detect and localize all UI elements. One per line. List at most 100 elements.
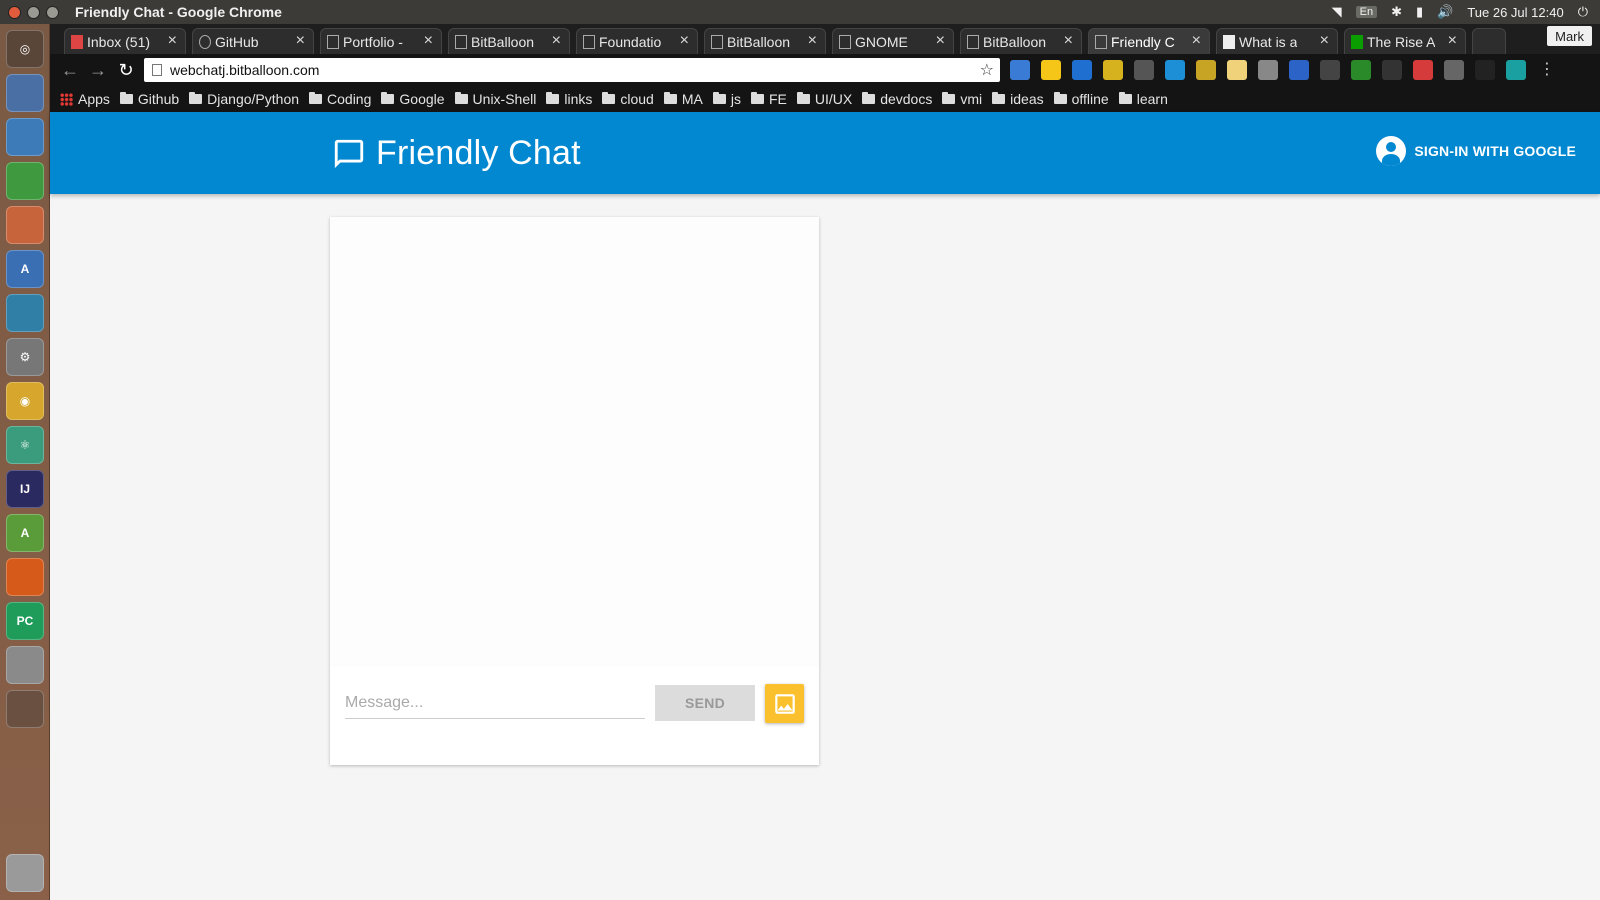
bookmark-folder[interactable]: FE: [750, 91, 787, 107]
firefox-icon[interactable]: [6, 558, 44, 596]
settings-icon[interactable]: ⚙: [6, 338, 44, 376]
back-icon[interactable]: ←: [56, 60, 84, 81]
bluetooth-icon[interactable]: ✱: [1391, 4, 1402, 20]
tab-portfolio[interactable]: Portfolio - ×: [320, 28, 442, 54]
extension-pen-icon[interactable]: [1258, 60, 1278, 80]
close-icon[interactable]: ×: [808, 32, 817, 50]
close-icon[interactable]: ×: [552, 32, 561, 50]
extension-trello-icon[interactable]: [1072, 60, 1092, 80]
battery-icon[interactable]: ▮: [1416, 4, 1423, 20]
bookmark-folder[interactable]: Coding: [309, 91, 371, 107]
tab-gnome[interactable]: GNOME ×: [832, 28, 954, 54]
language-indicator[interactable]: En: [1355, 6, 1378, 18]
close-icon[interactable]: ×: [1320, 32, 1329, 50]
tab-friendly-chat[interactable]: Friendly C ×: [1088, 28, 1210, 54]
close-icon[interactable]: ×: [1448, 32, 1457, 50]
bookmark-folder[interactable]: links: [546, 91, 592, 107]
impress-icon[interactable]: [6, 206, 44, 244]
extension-json-icon[interactable]: [1134, 60, 1154, 80]
extension-fx-icon[interactable]: [1382, 60, 1402, 80]
close-icon[interactable]: ×: [936, 32, 945, 50]
close-icon[interactable]: ×: [1192, 32, 1201, 50]
bookmark-folder[interactable]: vmi: [942, 91, 982, 107]
bookmark-folder[interactable]: cloud: [602, 91, 654, 107]
upload-image-button[interactable]: [765, 684, 804, 723]
extension-star-icon[interactable]: [1041, 60, 1061, 80]
bookmark-folder[interactable]: learn: [1118, 91, 1168, 107]
tab-gmail[interactable]: Inbox (51) ×: [64, 28, 186, 54]
window-minimize-button[interactable]: [27, 5, 40, 19]
extension-icon[interactable]: [1010, 60, 1030, 80]
extension-icon[interactable]: [1506, 60, 1526, 80]
image-icon: [774, 693, 795, 714]
window-title: Friendly Chat - Google Chrome: [75, 4, 282, 20]
extension-icon[interactable]: [1444, 60, 1464, 80]
close-icon[interactable]: ×: [680, 32, 689, 50]
bookmark-folder[interactable]: ideas: [992, 91, 1044, 107]
bookmark-folder[interactable]: Google: [381, 91, 445, 107]
files-icon[interactable]: [6, 74, 44, 112]
extension-d-icon[interactable]: [1165, 60, 1185, 80]
disk-icon[interactable]: [6, 646, 44, 684]
message-input[interactable]: [345, 687, 645, 719]
bookmark-folder[interactable]: devdocs: [862, 91, 932, 107]
extension-icon[interactable]: [1196, 60, 1216, 80]
new-tab-button[interactable]: [1472, 28, 1506, 54]
bookmark-folder[interactable]: Github: [119, 91, 179, 107]
chrome-menu-icon[interactable]: ⋮: [1537, 60, 1557, 80]
close-icon[interactable]: ×: [424, 32, 433, 50]
software-center-icon[interactable]: A: [6, 250, 44, 288]
bookmark-apps[interactable]: Apps: [60, 91, 110, 107]
reload-icon[interactable]: ↻: [112, 60, 140, 81]
pycharm-icon[interactable]: PC: [6, 602, 44, 640]
bookmark-folder[interactable]: offline: [1053, 91, 1109, 107]
bookmark-folder[interactable]: js: [712, 91, 741, 107]
close-icon[interactable]: ×: [168, 32, 177, 50]
close-icon[interactable]: ×: [296, 32, 305, 50]
extension-note-icon[interactable]: [1227, 60, 1247, 80]
writer-icon[interactable]: [6, 118, 44, 156]
profile-button[interactable]: Mark: [1547, 26, 1592, 46]
android-studio-icon[interactable]: A: [6, 514, 44, 552]
tab-bitballoon-1[interactable]: BitBalloon ×: [448, 28, 570, 54]
forward-icon[interactable]: →: [84, 60, 112, 81]
sign-in-button[interactable]: SIGN-IN WITH GOOGLE: [1376, 136, 1576, 166]
tab-bitballoon-3[interactable]: BitBalloon ×: [960, 28, 1082, 54]
messages-area[interactable]: [330, 217, 819, 667]
extension-icon[interactable]: [1103, 60, 1123, 80]
chrome-icon[interactable]: ◉: [6, 382, 44, 420]
system-menu-icon[interactable]: ⏻: [1578, 4, 1588, 20]
atom-icon[interactable]: ⚛: [6, 426, 44, 464]
tab-foundation[interactable]: Foundatio ×: [576, 28, 698, 54]
address-bar[interactable]: webchatj.bitballoon.com ☆: [144, 58, 1000, 82]
workspace-switcher-icon[interactable]: [6, 690, 44, 728]
bookmark-folder[interactable]: UI/UX: [796, 91, 852, 107]
trash-icon[interactable]: [6, 854, 44, 892]
folder-icon: [862, 92, 876, 104]
clock[interactable]: Tue 26 Jul 12:40: [1467, 5, 1563, 20]
volume-icon[interactable]: 🔊: [1437, 4, 1453, 20]
extension-recycle-icon[interactable]: [1320, 60, 1340, 80]
send-button[interactable]: SEND: [655, 685, 755, 721]
tab-techcrunch[interactable]: The Rise A ×: [1344, 28, 1466, 54]
page-info-icon[interactable]: [152, 64, 162, 76]
window-close-button[interactable]: [8, 5, 21, 19]
bookmark-folder[interactable]: Django/Python: [189, 91, 299, 107]
extension-check-icon[interactable]: [1351, 60, 1371, 80]
close-icon[interactable]: ×: [1064, 32, 1073, 50]
ubuntu-dash-icon[interactable]: ◎: [6, 30, 44, 68]
tab-what-is[interactable]: What is a ×: [1216, 28, 1338, 54]
calc-icon[interactable]: [6, 162, 44, 200]
extension-icon[interactable]: [1413, 60, 1433, 80]
extension-badge-icon[interactable]: [1289, 60, 1309, 80]
tab-github[interactable]: GitHub ×: [192, 28, 314, 54]
extension-icon[interactable]: [1475, 60, 1495, 80]
bookmark-star-icon[interactable]: ☆: [980, 60, 994, 80]
intellij-icon[interactable]: IJ: [6, 470, 44, 508]
tab-bitballoon-2[interactable]: BitBalloon ×: [704, 28, 826, 54]
bookmark-folder[interactable]: MA: [663, 91, 703, 107]
app-icon[interactable]: [6, 294, 44, 332]
window-maximize-button[interactable]: [46, 5, 59, 19]
bookmark-folder[interactable]: Unix-Shell: [454, 91, 536, 107]
wifi-icon[interactable]: ◥: [1332, 4, 1342, 20]
